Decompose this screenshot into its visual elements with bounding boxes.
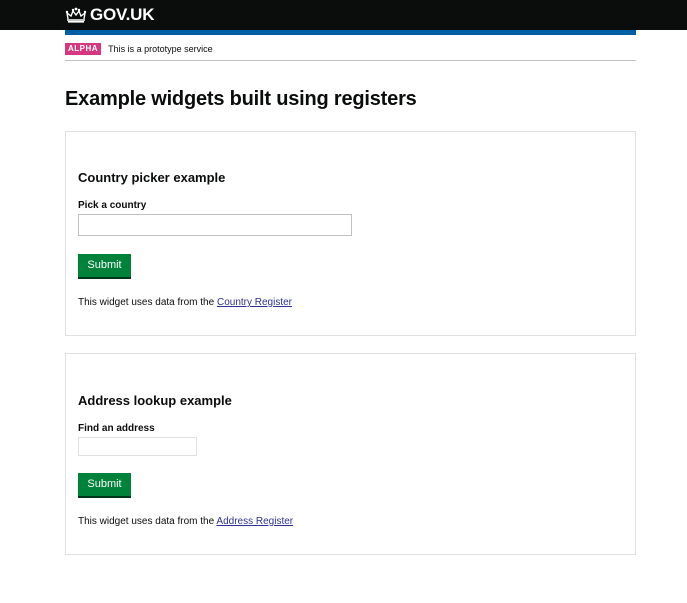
phase-banner-text: This is a prototype service (108, 44, 213, 54)
country-input[interactable] (78, 214, 352, 236)
phase-banner: ALPHA This is a prototype service (65, 43, 636, 61)
address-input[interactable] (78, 437, 197, 456)
address-submit-button[interactable]: Submit (78, 473, 131, 496)
address-source-text: This widget uses data from the Address R… (78, 515, 293, 529)
country-source-prefix: This widget uses data from the (78, 297, 215, 308)
country-field-label: Pick a country (78, 200, 147, 211)
header-accent-bar (65, 30, 636, 35)
address-lookup-panel: Address lookup example Find an address S… (65, 353, 636, 555)
country-submit-button[interactable]: Submit (78, 254, 131, 277)
logo-text: GOV.UK (90, 5, 155, 24)
site-header: GOV.UK (0, 0, 687, 30)
phase-tag: ALPHA (65, 43, 102, 55)
country-picker-heading: Country picker example (78, 170, 226, 185)
crown-icon (65, 7, 87, 23)
address-register-link[interactable]: Address Register (216, 516, 293, 527)
country-picker-panel: Country picker example Pick a country Su… (65, 131, 636, 336)
page-title: Example widgets built using registers (65, 88, 417, 110)
address-source-prefix: This widget uses data from the (78, 516, 215, 527)
address-field-label: Find an address (78, 423, 155, 434)
country-source-text: This widget uses data from the Country R… (78, 296, 292, 310)
address-lookup-heading: Address lookup example (78, 393, 232, 408)
country-register-link[interactable]: Country Register (217, 297, 292, 308)
govuk-logo-link[interactable]: GOV.UK (65, 5, 155, 25)
